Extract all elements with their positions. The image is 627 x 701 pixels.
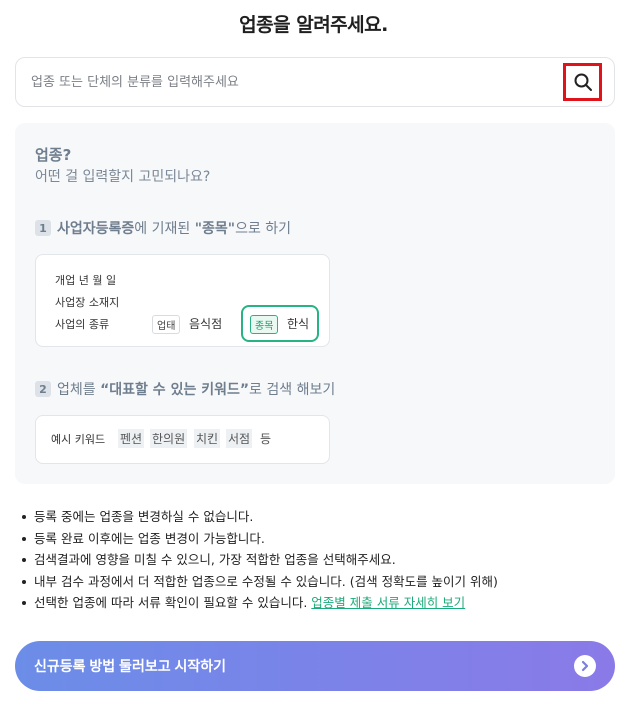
keyword-chip: 서점 [226,429,253,448]
search-button[interactable] [563,63,602,101]
keyword-chip: 치킨 [194,429,221,448]
notice-item: 검색결과에 영향을 미칠 수 있으니, 가장 적합한 업종을 선택해주세요. [20,549,498,571]
guide-subheading: 어떤 걸 입력할지 고민되나요? [35,169,211,185]
notice-item: 내부 검수 과정에서 더 적합한 업종으로 수정될 수 있습니다. (검색 정확… [20,571,498,593]
search-bar [15,57,615,107]
cert-row-open-date: 개업 년 월 일 [55,274,117,287]
industry-guide-panel: 업종? 어떤 걸 입력할지 고민되나요? 1 사업자등록증 에 기재된 "종목"… [15,123,615,484]
cert-row-business-type: 사업의 종류 [55,318,110,331]
notice-item-text: 선택한 업종에 따라 서류 확인이 필요할 수 있습니다. [34,595,308,610]
keyword-chip: 펜션 [118,429,145,448]
step-number: 2 [35,381,51,397]
keyword-chip: 한의원 [150,429,188,448]
cert-row-address: 사업장 소재지 [55,296,120,309]
search-input[interactable] [31,58,561,106]
page-title: 업종을 알려주세요. [239,14,388,36]
guide-step-2: 2 업체를 “대표할 수 있는 키워드” 로 검색 해보기 [35,379,335,399]
step-quoted-text: “대표할 수 있는 키워드” [100,382,250,398]
step-number: 1 [35,220,51,236]
start-registration-label: 신규등록 방법 둘러보고 시작하기 [34,658,226,674]
notice-list: 등록 중에는 업종을 변경하실 수 없습니다. 등록 완료 이후에는 업종 변경… [20,506,498,614]
search-icon [574,73,592,91]
keyword-example-card: 예시 키워드 펜션 한의원 치킨 서점 등 [35,415,330,464]
registration-certificate-example: 개업 년 월 일 사업장 소재지 사업의 종류 업태 음식점 종목 한식 [35,254,330,347]
start-registration-button[interactable]: 신규등록 방법 둘러보고 시작하기 [15,641,615,691]
notice-item: 등록 완료 이후에는 업종 변경이 가능합니다. [20,528,498,550]
guide-step-1: 1 사업자등록증 에 기재된 "종목" 으로 하기 [35,218,291,238]
notice-item: 등록 중에는 업종을 변경하실 수 없습니다. [20,506,498,528]
step-text: 업체를 [57,382,101,398]
step-bold-text: 사업자등록증 [57,221,135,237]
keyword-suffix: 등 [260,432,272,446]
chip-business-category: 업태 [152,315,181,334]
step-text-end: 로 검색 해보기 [249,382,336,398]
step-quoted-text: "종목" [194,221,236,237]
required-documents-link[interactable]: 업종별 제출 서류 자세히 보기 [311,595,465,610]
step-text-end: 으로 하기 [235,221,292,237]
business-category-value: 음식점 [189,317,223,331]
notice-item: 선택한 업종에 따라 서류 확인이 필요할 수 있습니다. 업종별 제출 서류 … [20,592,498,614]
step-text: 에 기재된 [134,221,195,237]
chip-business-item: 종목 [250,315,279,334]
guide-heading: 업종? [35,146,72,164]
chevron-right-icon [574,655,596,677]
keyword-example-label: 예시 키워드 [51,433,106,446]
business-item-value: 한식 [287,317,310,331]
